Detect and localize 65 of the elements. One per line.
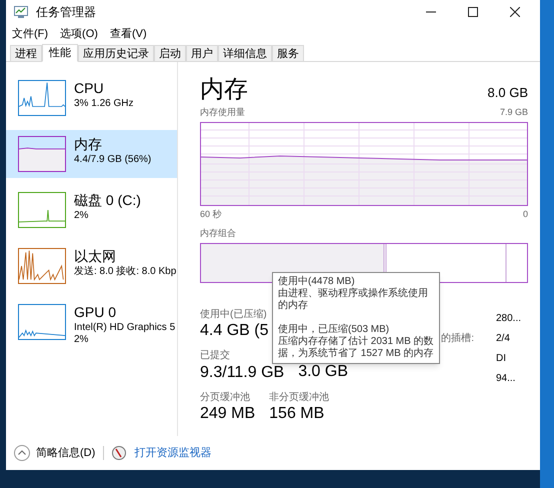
graph-label: 内存组合 bbox=[200, 227, 237, 240]
sidebar-item[interactable]: CPU 3% 1.26 GHz bbox=[6, 74, 177, 122]
minimize-icon bbox=[426, 11, 436, 13]
device-name: CPU bbox=[74, 80, 105, 98]
time-axis-end: 0 bbox=[522, 208, 528, 220]
spec-value: 94... bbox=[496, 372, 516, 386]
menu-item[interactable]: 选项(O) bbox=[60, 26, 98, 42]
time-axis-start: 60 秒 bbox=[200, 208, 222, 220]
device-detail: 4.4/7.9 GB (56%) bbox=[74, 154, 152, 166]
sidebar-item[interactable]: 内存 4.4/7.9 GB (56%) bbox=[6, 130, 177, 178]
stat-value: 156 MB bbox=[269, 404, 324, 424]
maximize-icon bbox=[468, 7, 478, 17]
stat-value: 4.4 GB (5 bbox=[200, 321, 268, 341]
tab[interactable]: 启动 bbox=[154, 45, 186, 61]
close-icon bbox=[510, 7, 520, 17]
tab[interactable]: 详细信息 bbox=[218, 45, 272, 61]
device-name: 以太网 bbox=[74, 248, 116, 266]
device-name: GPU 0 bbox=[74, 304, 118, 322]
spec-value: 280... bbox=[496, 312, 522, 326]
stat-label: 非分页缓冲池 bbox=[269, 392, 330, 404]
app-icon bbox=[14, 6, 28, 18]
collapse-button[interactable]: 简略信息(D) bbox=[14, 444, 96, 462]
usage-graph bbox=[18, 192, 66, 228]
sidebar-item[interactable]: GPU 0 Intel(R) HD Graphics 5 2% bbox=[6, 298, 177, 352]
tab[interactable]: 用户 bbox=[186, 45, 218, 61]
menu-item[interactable]: 文件(F) bbox=[12, 26, 48, 42]
graph-label: 内存使用量 bbox=[200, 106, 245, 119]
window-title: 任务管理器 bbox=[36, 4, 96, 21]
device-detail: 2% bbox=[74, 334, 90, 346]
menu-item[interactable]: 查看(V) bbox=[110, 26, 147, 42]
section-title: 内存 bbox=[200, 78, 248, 102]
graph-max: 7.9 GB bbox=[500, 106, 528, 119]
stat-value: 3.0 GB bbox=[298, 362, 348, 382]
device-name: 内存 bbox=[74, 136, 103, 154]
stat-label: 分页缓冲池 bbox=[200, 392, 250, 404]
device-detail: 发送: 8.0 接收: 8.0 Kbp bbox=[74, 266, 176, 278]
tooltip-text: 由进程、驱动程序或操作系统使用的内存 bbox=[278, 288, 429, 312]
tooltip-text: 压缩内存存储了估计 2031 MB 的数据，为系统节省了 1527 MB 的内存 bbox=[278, 336, 434, 360]
device-detail: Intel(R) HD Graphics 5 bbox=[74, 322, 176, 334]
sidebar-item[interactable]: 以太网 发送: 8.0 接收: 8.0 Kbp bbox=[6, 242, 177, 290]
usage-graph bbox=[18, 248, 66, 284]
stat-value: 249 MB bbox=[200, 404, 256, 424]
tooltip-title: 使用中(4478 MB) bbox=[278, 276, 356, 288]
spec-value: DI bbox=[496, 352, 507, 366]
resource-monitor-link[interactable]: 打开资源监视器 bbox=[134, 444, 212, 462]
tab[interactable]: 进程 bbox=[10, 45, 42, 61]
device-name: 磁盘 0 (C:) bbox=[74, 192, 141, 210]
stat-value: 9.3/11.9 GB bbox=[200, 362, 284, 382]
sidebar-item[interactable]: 磁盘 0 (C:) 2% bbox=[6, 186, 177, 234]
total-memory: 8.0 GB bbox=[488, 84, 528, 102]
spec-label: 的插槽: bbox=[441, 332, 474, 346]
device-detail: 3% 1.26 GHz bbox=[74, 98, 134, 110]
usage-graph bbox=[18, 80, 66, 116]
tooltip-title: 使用中，已压缩(503 MB) bbox=[278, 324, 390, 336]
spec-value: 2/4 bbox=[496, 332, 511, 346]
monitor-gauge-icon bbox=[112, 446, 126, 460]
tab[interactable]: 应用历史记录 bbox=[78, 45, 154, 61]
usage-graph bbox=[18, 136, 66, 172]
device-detail: 2% bbox=[74, 210, 90, 222]
stat-label: 已提交 bbox=[200, 350, 230, 362]
usage-graph bbox=[18, 304, 66, 340]
chevron-up-icon bbox=[14, 445, 30, 461]
stat-label: 使用中(已压缩) bbox=[200, 308, 267, 321]
tab[interactable]: 服务 bbox=[272, 45, 304, 61]
tab[interactable]: 性能 bbox=[42, 44, 78, 62]
